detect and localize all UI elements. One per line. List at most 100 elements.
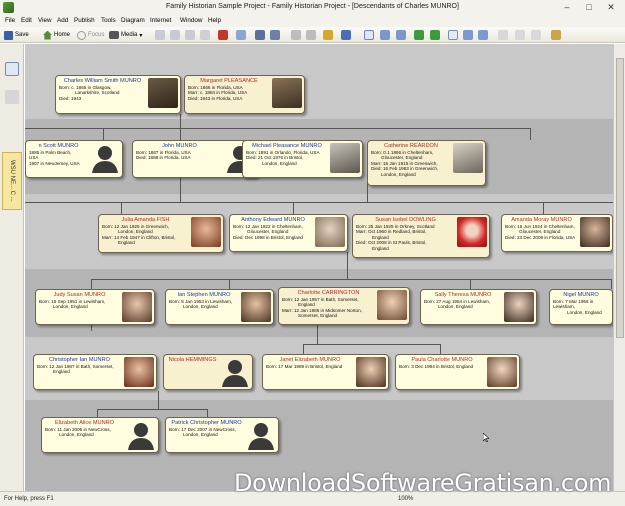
arrow-up-icon[interactable] (291, 30, 301, 40)
person-card-judy[interactable]: Judy Susan MUNRO Born: 15 Sep 1951 in Le… (35, 289, 155, 325)
close-button[interactable]: ✕ (600, 1, 622, 13)
maximize-button[interactable]: □ (578, 1, 600, 13)
person-name: Janet Elizabeth MUNRO (279, 357, 341, 363)
menu-internet[interactable]: Internet (150, 17, 171, 24)
list-icon[interactable] (200, 30, 210, 40)
print-icon[interactable] (255, 30, 265, 40)
document-icon[interactable] (5, 90, 19, 104)
person-card-paula[interactable]: Paula Charlotte MUNRO Born: 3 Dec 1994 i… (395, 354, 520, 390)
edit-icon[interactable] (323, 30, 333, 40)
diagram-canvas[interactable]: Charles William Smith MUNRO Born: c. 186… (25, 44, 613, 491)
person-card-nigel[interactable]: Nigel MUNRO Born: 7 Mar 1956 in Lewisham… (549, 289, 613, 325)
person-card-christopher[interactable]: Christopher Ian MUNRO Born: 12 Jan 1987 … (33, 354, 157, 390)
expand-icon[interactable] (414, 30, 424, 40)
person-card-john[interactable]: John MUNRO Born: 1887 in Florida, USA Die… (132, 140, 258, 178)
person-details: Born: 12 Jan 1922 in Cheltenham, Gloucest… (233, 224, 303, 240)
fit-icon[interactable] (448, 30, 458, 40)
collapse-icon[interactable] (430, 30, 440, 40)
silhouette-icon (92, 146, 118, 173)
branch-icon[interactable] (396, 30, 406, 40)
person-card-patrick[interactable]: Patrick Christopher MUNRO Born: 17 Dec 2… (165, 417, 279, 453)
menu-edit[interactable]: Edit (21, 17, 32, 24)
move-icon[interactable] (515, 30, 525, 40)
connector-line (25, 202, 613, 203)
person-details: Born: 27 Aug 1954 in Lewisham, London, En… (424, 299, 491, 310)
person-name: Patrick Christopher MUNRO (171, 420, 242, 426)
person-card-michael[interactable]: Michael Pleasance MUNRO Born: 1891 in Or… (242, 140, 363, 178)
home-label: Home (54, 32, 71, 38)
person-card-janet[interactable]: Janet Elizabeth MUNRO Born: 17 Mar 1989 … (262, 354, 389, 390)
minimize-button[interactable]: – (556, 1, 578, 13)
person-name: Sally Theresa MUNRO (434, 292, 492, 298)
diagram-options-icon[interactable] (551, 30, 561, 40)
focus-icon (77, 30, 86, 40)
person-name: Charles William Smith MUNRO (63, 78, 142, 84)
person-card-sally[interactable]: Sally Theresa MUNRO Born: 27 Aug 1954 in… (420, 289, 537, 325)
person-card-ian[interactable]: Ian Stephen MUNRO Born: 5 Jan 1953 in Le… (165, 289, 274, 325)
person-name: Michael Pleasance MUNRO (252, 143, 322, 149)
home-button[interactable]: Home (43, 29, 70, 41)
connector-line (91, 279, 92, 289)
person-card-charles[interactable]: Charles William Smith MUNRO Born: c. 186… (55, 75, 181, 114)
person-details: Born: 17 Dec 2007 in NewCross, London, En… (169, 427, 236, 438)
home-icon (43, 30, 52, 40)
person-name: Catherine REARDON (384, 143, 438, 149)
scrollbar-thumb[interactable] (616, 58, 624, 338)
person-card-susan[interactable]: Susan Isobel DOWLING Born: 25 Jan 1925 i… (352, 214, 490, 258)
connector-line (103, 128, 104, 140)
connector-line (207, 409, 208, 417)
person-card-charlotte[interactable]: Charlotte CARRINGTON Born: 12 Jan 1957 i… (278, 287, 410, 325)
tree-icon[interactable] (380, 30, 390, 40)
person-photo (124, 357, 154, 387)
magnify-icon[interactable] (5, 62, 19, 76)
person-card-margaret[interactable]: Margaret PLEASANCE Born: 1866 in Florida… (184, 75, 305, 114)
menu-window[interactable]: Window (180, 17, 202, 24)
save-button[interactable]: Save (4, 29, 29, 41)
records-window-icon[interactable] (170, 30, 180, 40)
focus-button[interactable]: Focus (77, 29, 104, 41)
people-icon[interactable] (341, 30, 351, 40)
person-card-anthony[interactable]: Anthony Edward MUNRO Born: 12 Jan 1922 i… (229, 214, 348, 252)
connector-line (317, 325, 318, 344)
person-card-nicola[interactable]: Nicola HEMMINGS (163, 354, 253, 390)
person-details: Born: 5 Jan 1953 in Lewisham, London, Eng… (169, 299, 233, 310)
pin-icon[interactable] (218, 30, 228, 40)
person-card-catherine[interactable]: Catherine REARDON Born: 0.1 1886 in Chel… (367, 140, 486, 186)
person-photo (487, 357, 517, 387)
menu-diagram[interactable]: Diagram (121, 17, 145, 24)
person-photo (580, 217, 610, 247)
focus-target-icon[interactable] (364, 30, 374, 40)
dropdown-tool-icon[interactable] (236, 30, 246, 40)
connector-line (97, 409, 207, 410)
diagram-icon[interactable] (185, 30, 195, 40)
hand-icon[interactable] (498, 30, 508, 40)
person-card-julia[interactable]: Julia Amanda FISH Born: 12 Jan 1925 in G… (98, 214, 224, 253)
sidebar-tab[interactable]: WSU NE... C ... (2, 152, 22, 210)
menu-view[interactable]: View (38, 17, 52, 24)
arrow-down-icon[interactable] (306, 30, 316, 40)
person-name: Nigel MUNRO (563, 292, 599, 298)
crosshair-icon[interactable] (531, 30, 541, 40)
menu-publish[interactable]: Publish (74, 17, 95, 24)
menu-help[interactable]: Help (208, 17, 221, 24)
property-box-icon[interactable] (155, 30, 165, 40)
person-name: Margaret PLEASANCE (200, 78, 258, 84)
person-name: Amanda Moray MUNRO (511, 217, 572, 223)
person-card-elizabeth[interactable]: Elizabeth Alice MUNRO Born: 11 Jan 2006 … (41, 417, 159, 453)
menu-add[interactable]: Add (57, 17, 68, 24)
vertical-scrollbar[interactable] (613, 44, 625, 491)
person-card-scott[interactable]: n Scott MUNRO 1885 in Palm Beach, USA 1907… (25, 140, 123, 178)
window-title: Family Historian Sample Project - Family… (166, 3, 459, 10)
zoom-icon[interactable] (463, 30, 473, 40)
person-photo (330, 143, 360, 173)
connector-line (543, 202, 544, 214)
book-icon[interactable] (270, 30, 280, 40)
person-photo (122, 292, 152, 322)
media-button[interactable]: Media ▾ (109, 29, 142, 41)
connector-line (91, 279, 611, 280)
zoom-out-icon[interactable] (478, 30, 488, 40)
menu-tools[interactable]: Tools (101, 17, 116, 24)
menu-file[interactable]: File (5, 17, 15, 24)
silhouette-icon (222, 360, 248, 387)
person-card-amanda[interactable]: Amanda Moray MUNRO Born: 15 Jun 1924 in … (501, 214, 613, 252)
